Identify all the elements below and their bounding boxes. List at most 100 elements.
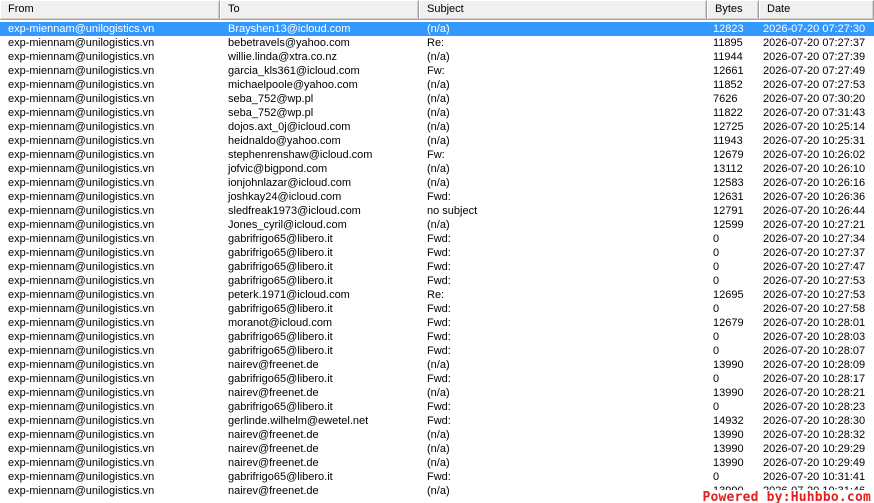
cell-from: exp-miennam@unilogistics.vn bbox=[8, 415, 155, 427]
cell-bytes: 0 bbox=[713, 401, 720, 413]
cell-to: ionjohnlazar@icloud.com bbox=[228, 177, 352, 189]
cell-date: 2026-07-20 10:28:32 bbox=[763, 429, 866, 441]
message-row[interactable]: exp-miennam@unilogistics.vn seba_752@wp.p… bbox=[0, 106, 874, 120]
cell-bytes: 12679 bbox=[713, 149, 744, 161]
cell-subject: (n/a) bbox=[427, 107, 450, 119]
cell-to: nairev@freenet.de bbox=[228, 359, 319, 371]
cell-bytes: 14932 bbox=[713, 415, 744, 427]
cell-subject: (n/a) bbox=[427, 429, 450, 441]
cell-bytes: 12725 bbox=[713, 121, 744, 133]
column-header-to[interactable]: To bbox=[220, 0, 419, 19]
cell-to: willie.linda@xtra.co.nz bbox=[228, 51, 337, 63]
cell-to: bebetravels@yahoo.com bbox=[228, 37, 350, 49]
message-row[interactable]: exp-miennam@unilogistics.vn sledfreak1973… bbox=[0, 204, 874, 218]
cell-subject: (n/a) bbox=[427, 93, 450, 105]
cell-date: 2026-07-20 10:27:21 bbox=[763, 219, 866, 231]
message-row[interactable]: exp-miennam@unilogistics.vn gabrifrigo65@… bbox=[0, 330, 874, 344]
cell-subject: Fwd: bbox=[427, 275, 451, 287]
message-row[interactable]: exp-miennam@unilogistics.vn ionjohnlazar@… bbox=[0, 176, 874, 190]
cell-date: 2026-07-20 10:28:03 bbox=[763, 331, 866, 343]
cell-bytes: 0 bbox=[713, 345, 720, 357]
message-row[interactable]: exp-miennam@unilogistics.vn joshkay24@icl… bbox=[0, 190, 874, 204]
message-row[interactable]: exp-miennam@unilogistics.vn heidnaldo@yah… bbox=[0, 134, 874, 148]
message-row[interactable]: exp-miennam@unilogistics.vn gabrifrigo65@… bbox=[0, 232, 874, 246]
cell-to: stephenrenshaw@icloud.com bbox=[228, 149, 373, 161]
cell-subject: Fwd: bbox=[427, 303, 451, 315]
message-row[interactable]: exp-miennam@unilogistics.vn nairev@freene… bbox=[0, 358, 874, 372]
cell-from: exp-miennam@unilogistics.vn bbox=[8, 247, 155, 259]
cell-to: heidnaldo@yahoo.com bbox=[228, 135, 341, 147]
cell-date: 2026-07-20 10:28:07 bbox=[763, 345, 866, 357]
message-row[interactable]: exp-miennam@unilogistics.vn nairev@freene… bbox=[0, 456, 874, 470]
cell-to: sledfreak1973@icloud.com bbox=[228, 205, 361, 217]
cell-from: exp-miennam@unilogistics.vn bbox=[8, 93, 155, 105]
message-row[interactable]: exp-miennam@unilogistics.vn gabrifrigo65@… bbox=[0, 344, 874, 358]
message-row[interactable]: exp-miennam@unilogistics.vn gabrifrigo65@… bbox=[0, 400, 874, 414]
cell-from: exp-miennam@unilogistics.vn bbox=[8, 275, 155, 287]
column-header-bytes[interactable]: Bytes bbox=[707, 0, 759, 19]
cell-from: exp-miennam@unilogistics.vn bbox=[8, 373, 155, 385]
cell-subject: (n/a) bbox=[427, 135, 450, 147]
cell-from: exp-miennam@unilogistics.vn bbox=[8, 233, 155, 245]
cell-from: exp-miennam@unilogistics.vn bbox=[8, 345, 155, 357]
cell-from: exp-miennam@unilogistics.vn bbox=[8, 401, 155, 413]
cell-bytes: 13990 bbox=[713, 443, 744, 455]
cell-date: 2026-07-20 10:25:14 bbox=[763, 121, 866, 133]
cell-to: nairev@freenet.de bbox=[228, 429, 319, 441]
cell-date: 2026-07-20 10:28:21 bbox=[763, 387, 866, 399]
message-row[interactable]: exp-miennam@unilogistics.vn seba_752@wp.p… bbox=[0, 92, 874, 106]
cell-date: 2026-07-20 10:26:36 bbox=[763, 191, 866, 203]
message-row[interactable]: exp-miennam@unilogistics.vn nairev@freene… bbox=[0, 386, 874, 400]
message-row[interactable]: exp-miennam@unilogistics.vn gerlinde.wilh… bbox=[0, 414, 874, 428]
message-row[interactable]: exp-miennam@unilogistics.vn gabrifrigo65@… bbox=[0, 274, 874, 288]
message-row[interactable]: exp-miennam@unilogistics.vn gabrifrigo65@… bbox=[0, 302, 874, 316]
column-header-from[interactable]: From bbox=[0, 0, 220, 19]
cell-subject: Fwd: bbox=[427, 261, 451, 273]
cell-bytes: 12661 bbox=[713, 65, 744, 77]
message-row[interactable]: exp-miennam@unilogistics.vn bebetravels@y… bbox=[0, 36, 874, 50]
cell-to: peterk.1971@icloud.com bbox=[228, 289, 350, 301]
cell-subject: (n/a) bbox=[427, 177, 450, 189]
message-row[interactable]: exp-miennam@unilogistics.vn michaelpoole@… bbox=[0, 78, 874, 92]
message-row[interactable]: exp-miennam@unilogistics.vn jofvic@bigpon… bbox=[0, 162, 874, 176]
column-header-date[interactable]: Date bbox=[759, 0, 874, 19]
cell-subject: (n/a) bbox=[427, 443, 450, 455]
cell-bytes: 12599 bbox=[713, 219, 744, 231]
message-row[interactable]: exp-miennam@unilogistics.vn nairev@freene… bbox=[0, 442, 874, 456]
column-header-subject[interactable]: Subject bbox=[419, 0, 707, 19]
cell-date: 2026-07-20 10:31:41 bbox=[763, 471, 866, 483]
message-row[interactable]: exp-miennam@unilogistics.vn garcia_kls361… bbox=[0, 64, 874, 78]
cell-to: moranot@icloud.com bbox=[228, 317, 333, 329]
message-row[interactable]: exp-miennam@unilogistics.vn dojos.axt_0j@… bbox=[0, 120, 874, 134]
message-row[interactable]: exp-miennam@unilogistics.vn Jones_cyril@i… bbox=[0, 218, 874, 232]
cell-from: exp-miennam@unilogistics.vn bbox=[8, 443, 155, 455]
cell-from: exp-miennam@unilogistics.vn bbox=[8, 471, 155, 483]
cell-date: 2026-07-20 07:27:39 bbox=[763, 51, 866, 63]
cell-from: exp-miennam@unilogistics.vn bbox=[8, 317, 155, 329]
cell-date: 2026-07-20 07:27:53 bbox=[763, 79, 866, 91]
message-row[interactable]: exp-miennam@unilogistics.vn stephenrensha… bbox=[0, 148, 874, 162]
cell-bytes: 7626 bbox=[713, 93, 738, 105]
message-row[interactable]: exp-miennam@unilogistics.vn Brayshen13@ic… bbox=[0, 22, 874, 36]
cell-from: exp-miennam@unilogistics.vn bbox=[8, 205, 155, 217]
message-row[interactable]: exp-miennam@unilogistics.vn gabrifrigo65@… bbox=[0, 260, 874, 274]
cell-from: exp-miennam@unilogistics.vn bbox=[8, 331, 155, 343]
message-row[interactable]: exp-miennam@unilogistics.vn peterk.1971@i… bbox=[0, 288, 874, 302]
cell-to: gabrifrigo65@libero.it bbox=[228, 261, 333, 273]
message-row[interactable]: exp-miennam@unilogistics.vn gabrifrigo65@… bbox=[0, 372, 874, 386]
message-list-view[interactable]: From To Subject Bytes Date exp-miennam@u… bbox=[0, 0, 874, 503]
cell-date: 2026-07-20 10:28:23 bbox=[763, 401, 866, 413]
message-row[interactable]: exp-miennam@unilogistics.vn moranot@iclou… bbox=[0, 316, 874, 330]
cell-date: 2026-07-20 10:27:58 bbox=[763, 303, 866, 315]
cell-bytes: 0 bbox=[713, 261, 720, 273]
message-row[interactable]: exp-miennam@unilogistics.vn nairev@freene… bbox=[0, 428, 874, 442]
message-row[interactable]: exp-miennam@unilogistics.vn willie.linda@… bbox=[0, 50, 874, 64]
cell-date: 2026-07-20 10:27:53 bbox=[763, 289, 866, 301]
cell-subject: (n/a) bbox=[427, 485, 450, 497]
cell-from: exp-miennam@unilogistics.vn bbox=[8, 163, 155, 175]
cell-bytes: 12583 bbox=[713, 177, 744, 189]
message-row[interactable]: exp-miennam@unilogistics.vn gabrifrigo65@… bbox=[0, 470, 874, 484]
message-row[interactable]: exp-miennam@unilogistics.vn gabrifrigo65@… bbox=[0, 246, 874, 260]
cell-bytes: 11943 bbox=[713, 135, 743, 147]
cell-subject: Fwd: bbox=[427, 317, 451, 329]
